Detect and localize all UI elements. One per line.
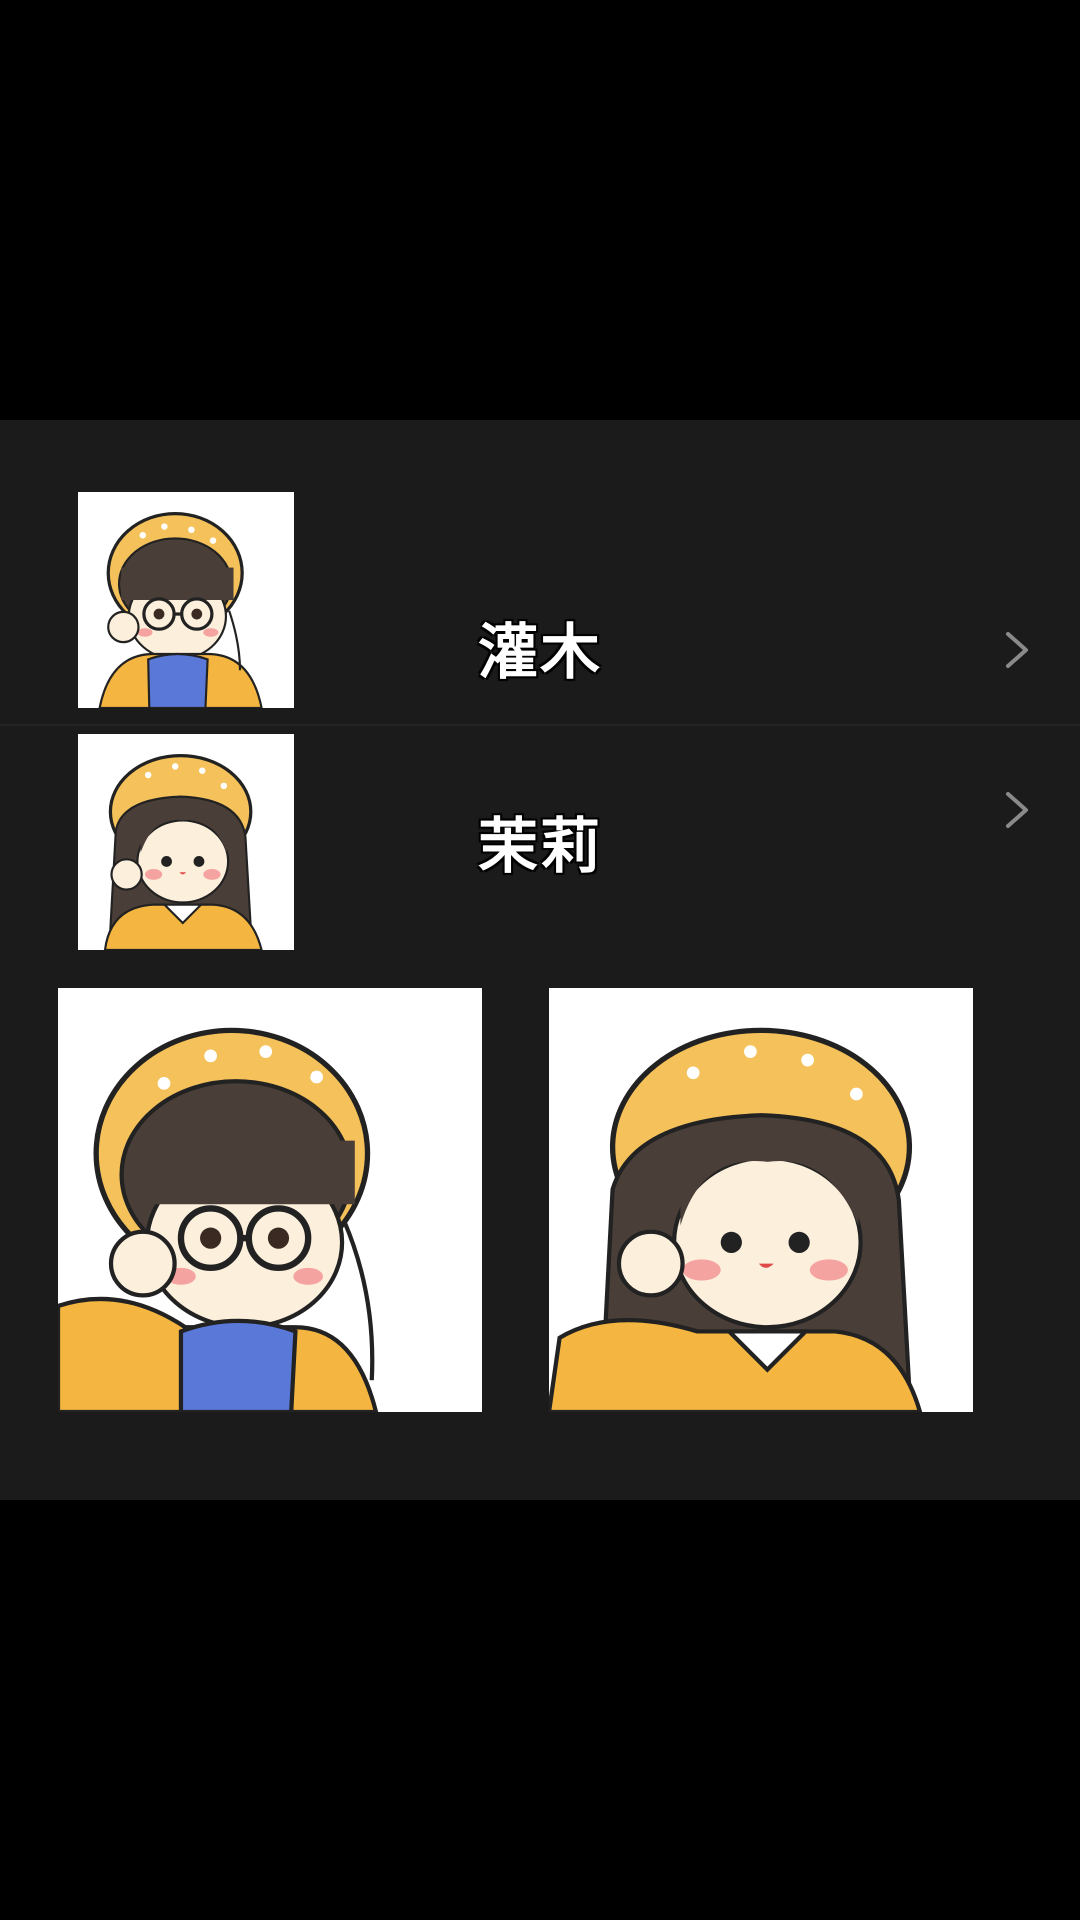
boy-avatar-thumbnail <box>78 492 294 708</box>
top-letterbox <box>0 0 1080 420</box>
contact-row-1[interactable]: 灌木 <box>0 492 1080 712</box>
girl-avatar-icon <box>549 988 973 1412</box>
chevron-right-icon <box>1006 792 1028 828</box>
row-divider <box>0 724 1080 726</box>
girl-avatar-thumbnail <box>78 734 294 950</box>
contact-row-2[interactable]: 茉莉 <box>0 734 1080 956</box>
girl-avatar-large[interactable] <box>549 988 973 1412</box>
contact-name: 茉莉 <box>478 812 602 882</box>
contact-name: 灌木 <box>478 618 602 688</box>
screen: 灌木 茉莉 <box>0 0 1080 1920</box>
boy-avatar-icon <box>58 988 482 1412</box>
girl-avatar-icon <box>78 734 294 950</box>
boy-avatar-icon <box>78 492 294 708</box>
contact-card: 灌木 茉莉 <box>0 420 1080 1500</box>
boy-avatar-large[interactable] <box>58 988 482 1412</box>
bottom-letterbox <box>0 1500 1080 1920</box>
chevron-right-icon <box>1006 632 1028 668</box>
